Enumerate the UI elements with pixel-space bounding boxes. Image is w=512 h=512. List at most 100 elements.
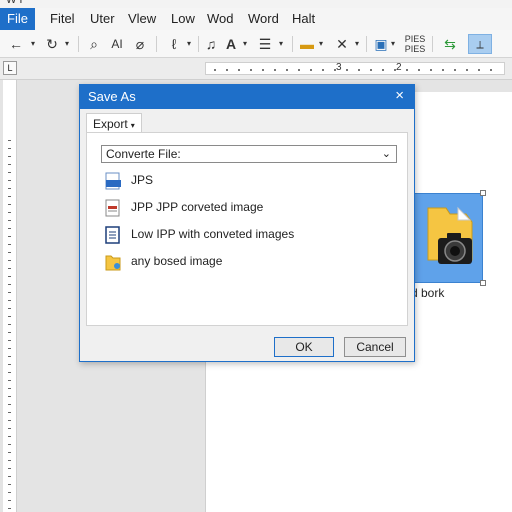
chevron-down-icon[interactable]: ▾ [316,34,326,54]
toolbar-divider [432,36,433,52]
resize-handle[interactable] [480,280,486,286]
ruler-tick [8,508,11,509]
menu-vlew[interactable]: Vlew [128,8,156,30]
horizontal-ruler[interactable]: 3 2 [205,62,505,75]
document-text: d bork [411,286,445,300]
ruler-tick [346,69,348,71]
chevron-down-icon[interactable]: ▾ [28,34,38,54]
cancel-button[interactable]: Cancel [344,337,406,357]
chevron-down-icon: ⌄ [381,148,391,160]
ruler-tick [8,364,11,365]
ruler-tick [394,69,396,71]
chevron-down-icon[interactable]: ▾ [388,34,398,54]
chevron-down-icon[interactable]: ▾ [276,34,286,54]
toolbar-divider [78,36,79,52]
zoom-icon[interactable]: ⌕ [86,34,102,54]
ruler-tick [262,69,264,71]
shading-icon[interactable]: ▬ [298,34,316,54]
ruler-tick [8,428,11,429]
ruler-tick [8,220,11,221]
option-label: any bosed image [131,254,223,268]
green-arrows-icon[interactable]: ⇆ [440,34,460,54]
redo-icon[interactable]: ↻ [44,34,60,54]
close-icon[interactable]: × [395,87,404,104]
menu-bar: File Fitel Uter Vlew Low Wod Word Halt [0,8,512,30]
ruler-tick [8,196,11,197]
ruler-tick [478,69,480,71]
vertical-ruler[interactable] [3,80,17,512]
folder-image-icon [105,255,121,271]
dialog-title: Save As [88,89,136,104]
chevron-down-icon[interactable]: ▾ [184,34,194,54]
menu-fitel[interactable]: Fitel [50,8,75,30]
toolbar-divider [156,36,157,52]
ok-button[interactable]: OK [274,337,334,357]
convert-file-select[interactable]: Converte File: ⌄ [101,145,397,163]
tab-export[interactable]: Export ▾ [86,113,142,133]
camera-icon [438,233,472,264]
ruler-tick [8,340,11,341]
ruler-tick [8,460,11,461]
ruler-tick [286,69,288,71]
ruler-tick [8,260,11,261]
ruler-tick [8,292,11,293]
eraser-icon[interactable]: ⌀ [132,34,148,54]
ruler-tick [8,452,11,453]
tab-stop-selector[interactable]: L [3,61,17,75]
dialog-content-panel: Converte File: ⌄ JPS JPP JPP corveted im… [86,132,408,326]
ruler-tick [8,172,11,173]
ruler-tick [358,69,360,71]
ruler-tick [226,69,228,71]
tools-icon[interactable]: ✕ [334,34,350,54]
music-note-icon[interactable]: ♫ [203,34,219,54]
ruler-tick [8,244,11,245]
dialog-title-bar[interactable]: Save As × [80,85,414,109]
selected-image[interactable] [408,190,486,286]
save-as-dialog: Save As × Export ▾ Converte File: ⌄ JPS J… [79,84,415,362]
menu-halt[interactable]: Halt [292,8,315,30]
document-file-icon [105,226,120,244]
ruler-tick [8,388,11,389]
toolbar-divider [366,36,367,52]
option-label: Low IPP with conveted images [131,227,295,241]
ruler-tick [8,316,11,317]
ruler-tick [8,204,11,205]
ruler-tick [8,444,11,445]
align-icon[interactable]: ☰ [256,34,274,54]
font-color-icon[interactable]: A [223,34,239,54]
ruler-tick [8,164,11,165]
ruler-tick [322,69,324,71]
menu-wod[interactable]: Wod [207,8,234,30]
chevron-down-icon[interactable]: ▾ [62,34,72,54]
ruler-number: 3 [336,62,342,73]
ruler-tick [418,69,420,71]
toolbar-divider [198,36,199,52]
title-bar: W P [0,0,512,8]
selected-tool-icon[interactable]: ⟂ [468,34,492,54]
menu-uter[interactable]: Uter [90,8,115,30]
chevron-down-icon[interactable]: ▾ [352,34,362,54]
menu-file[interactable]: File [0,8,35,30]
ruler-tick [8,356,11,357]
ruler-tick [8,148,11,149]
ruler-tick [8,252,11,253]
menu-word[interactable]: Word [248,8,279,30]
ruler-tick [8,284,11,285]
chevron-down-icon[interactable]: ▾ [240,34,250,54]
chevron-down-icon: ▾ [130,121,135,130]
app-title: W P [6,0,27,6]
select-value: Converte File: [106,147,181,161]
ruler-tick [238,69,240,71]
arrow-left-icon[interactable]: ← [8,34,24,54]
font-style-button[interactable]: AI [108,34,126,54]
ruler-tick [8,396,11,397]
ruler-tick [8,332,11,333]
ruler-tick [8,276,11,277]
resize-handle[interactable] [480,190,486,196]
pages-button[interactable]: PIES PIES [402,34,428,54]
menu-low[interactable]: Low [171,8,195,30]
ruler-tick [8,268,11,269]
ruler-tick [8,236,11,237]
option-label: JPP JPP corveted image [131,200,264,214]
highlighter-icon[interactable]: ℓ [166,34,182,54]
